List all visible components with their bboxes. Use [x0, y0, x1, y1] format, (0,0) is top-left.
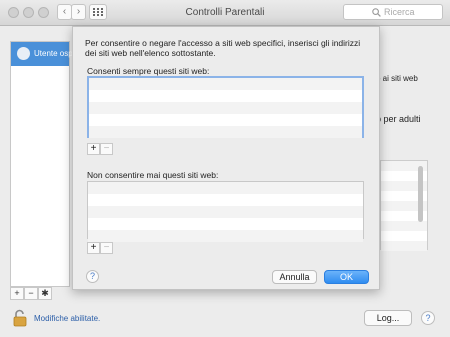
search-placeholder: Ricerca — [384, 7, 415, 17]
back-arrow-icon: ‹ — [62, 6, 67, 17]
website-restrictions-sheet: Per consentire o negare l'accesso a siti… — [72, 26, 380, 290]
forward-button[interactable]: › — [71, 4, 86, 20]
allow-add-button[interactable]: + — [87, 143, 100, 155]
remove-user-button[interactable]: − — [24, 287, 38, 300]
allow-list-controls: + − — [87, 143, 113, 155]
gear-menu-button[interactable]: ✱ — [38, 287, 52, 300]
help-icon[interactable]: ? — [421, 311, 435, 325]
lock-status-text: Modifiche abilitate. — [34, 314, 101, 323]
allow-list-label: Consenti sempre questi siti web: — [87, 66, 210, 76]
deny-list-label: Non consentire mai questi siti web: — [87, 170, 219, 180]
zoom-window-button[interactable] — [38, 7, 49, 18]
deny-list[interactable] — [87, 181, 364, 242]
close-window-button[interactable] — [8, 7, 19, 18]
log-button[interactable]: Log... — [364, 310, 412, 326]
back-button[interactable]: ‹ — [57, 4, 72, 20]
sheet-instructions: Per consentire o negare l'accesso a siti… — [85, 38, 361, 58]
ok-button[interactable]: OK — [324, 270, 369, 284]
cancel-button[interactable]: Annulla — [272, 270, 317, 284]
user-avatar-icon — [17, 47, 30, 60]
user-list[interactable]: Utente osp — [10, 41, 73, 287]
search-field[interactable]: Ricerca — [343, 4, 443, 20]
background-scrollbar[interactable] — [418, 166, 423, 222]
gear-icon: ✱ — [41, 288, 49, 298]
user-name: Utente osp — [34, 49, 73, 58]
background-text-2: b per adulti — [376, 114, 421, 124]
window-title: Controlli Parentali — [185, 7, 265, 18]
user-list-toolbar: + − ✱ — [10, 287, 70, 300]
deny-list-controls: + − — [87, 242, 113, 254]
show-all-button[interactable] — [89, 4, 107, 20]
lock-open-icon[interactable] — [13, 309, 27, 327]
forward-arrow-icon: › — [76, 6, 81, 17]
background-text-1: o ai siti web — [376, 74, 418, 83]
allow-list[interactable] — [87, 76, 364, 138]
grid-icon — [93, 8, 103, 16]
title-bar: ‹ › Controlli Parentali Ricerca — [0, 0, 450, 26]
deny-add-button[interactable]: + — [87, 242, 100, 254]
minimize-window-button[interactable] — [23, 7, 34, 18]
help-icon[interactable]: ? — [86, 270, 99, 283]
search-icon — [372, 8, 381, 17]
allow-remove-button[interactable]: − — [100, 143, 113, 155]
deny-remove-button[interactable]: − — [100, 242, 113, 254]
user-list-item-selected[interactable]: Utente osp — [11, 42, 73, 66]
add-user-button[interactable]: + — [10, 287, 24, 300]
